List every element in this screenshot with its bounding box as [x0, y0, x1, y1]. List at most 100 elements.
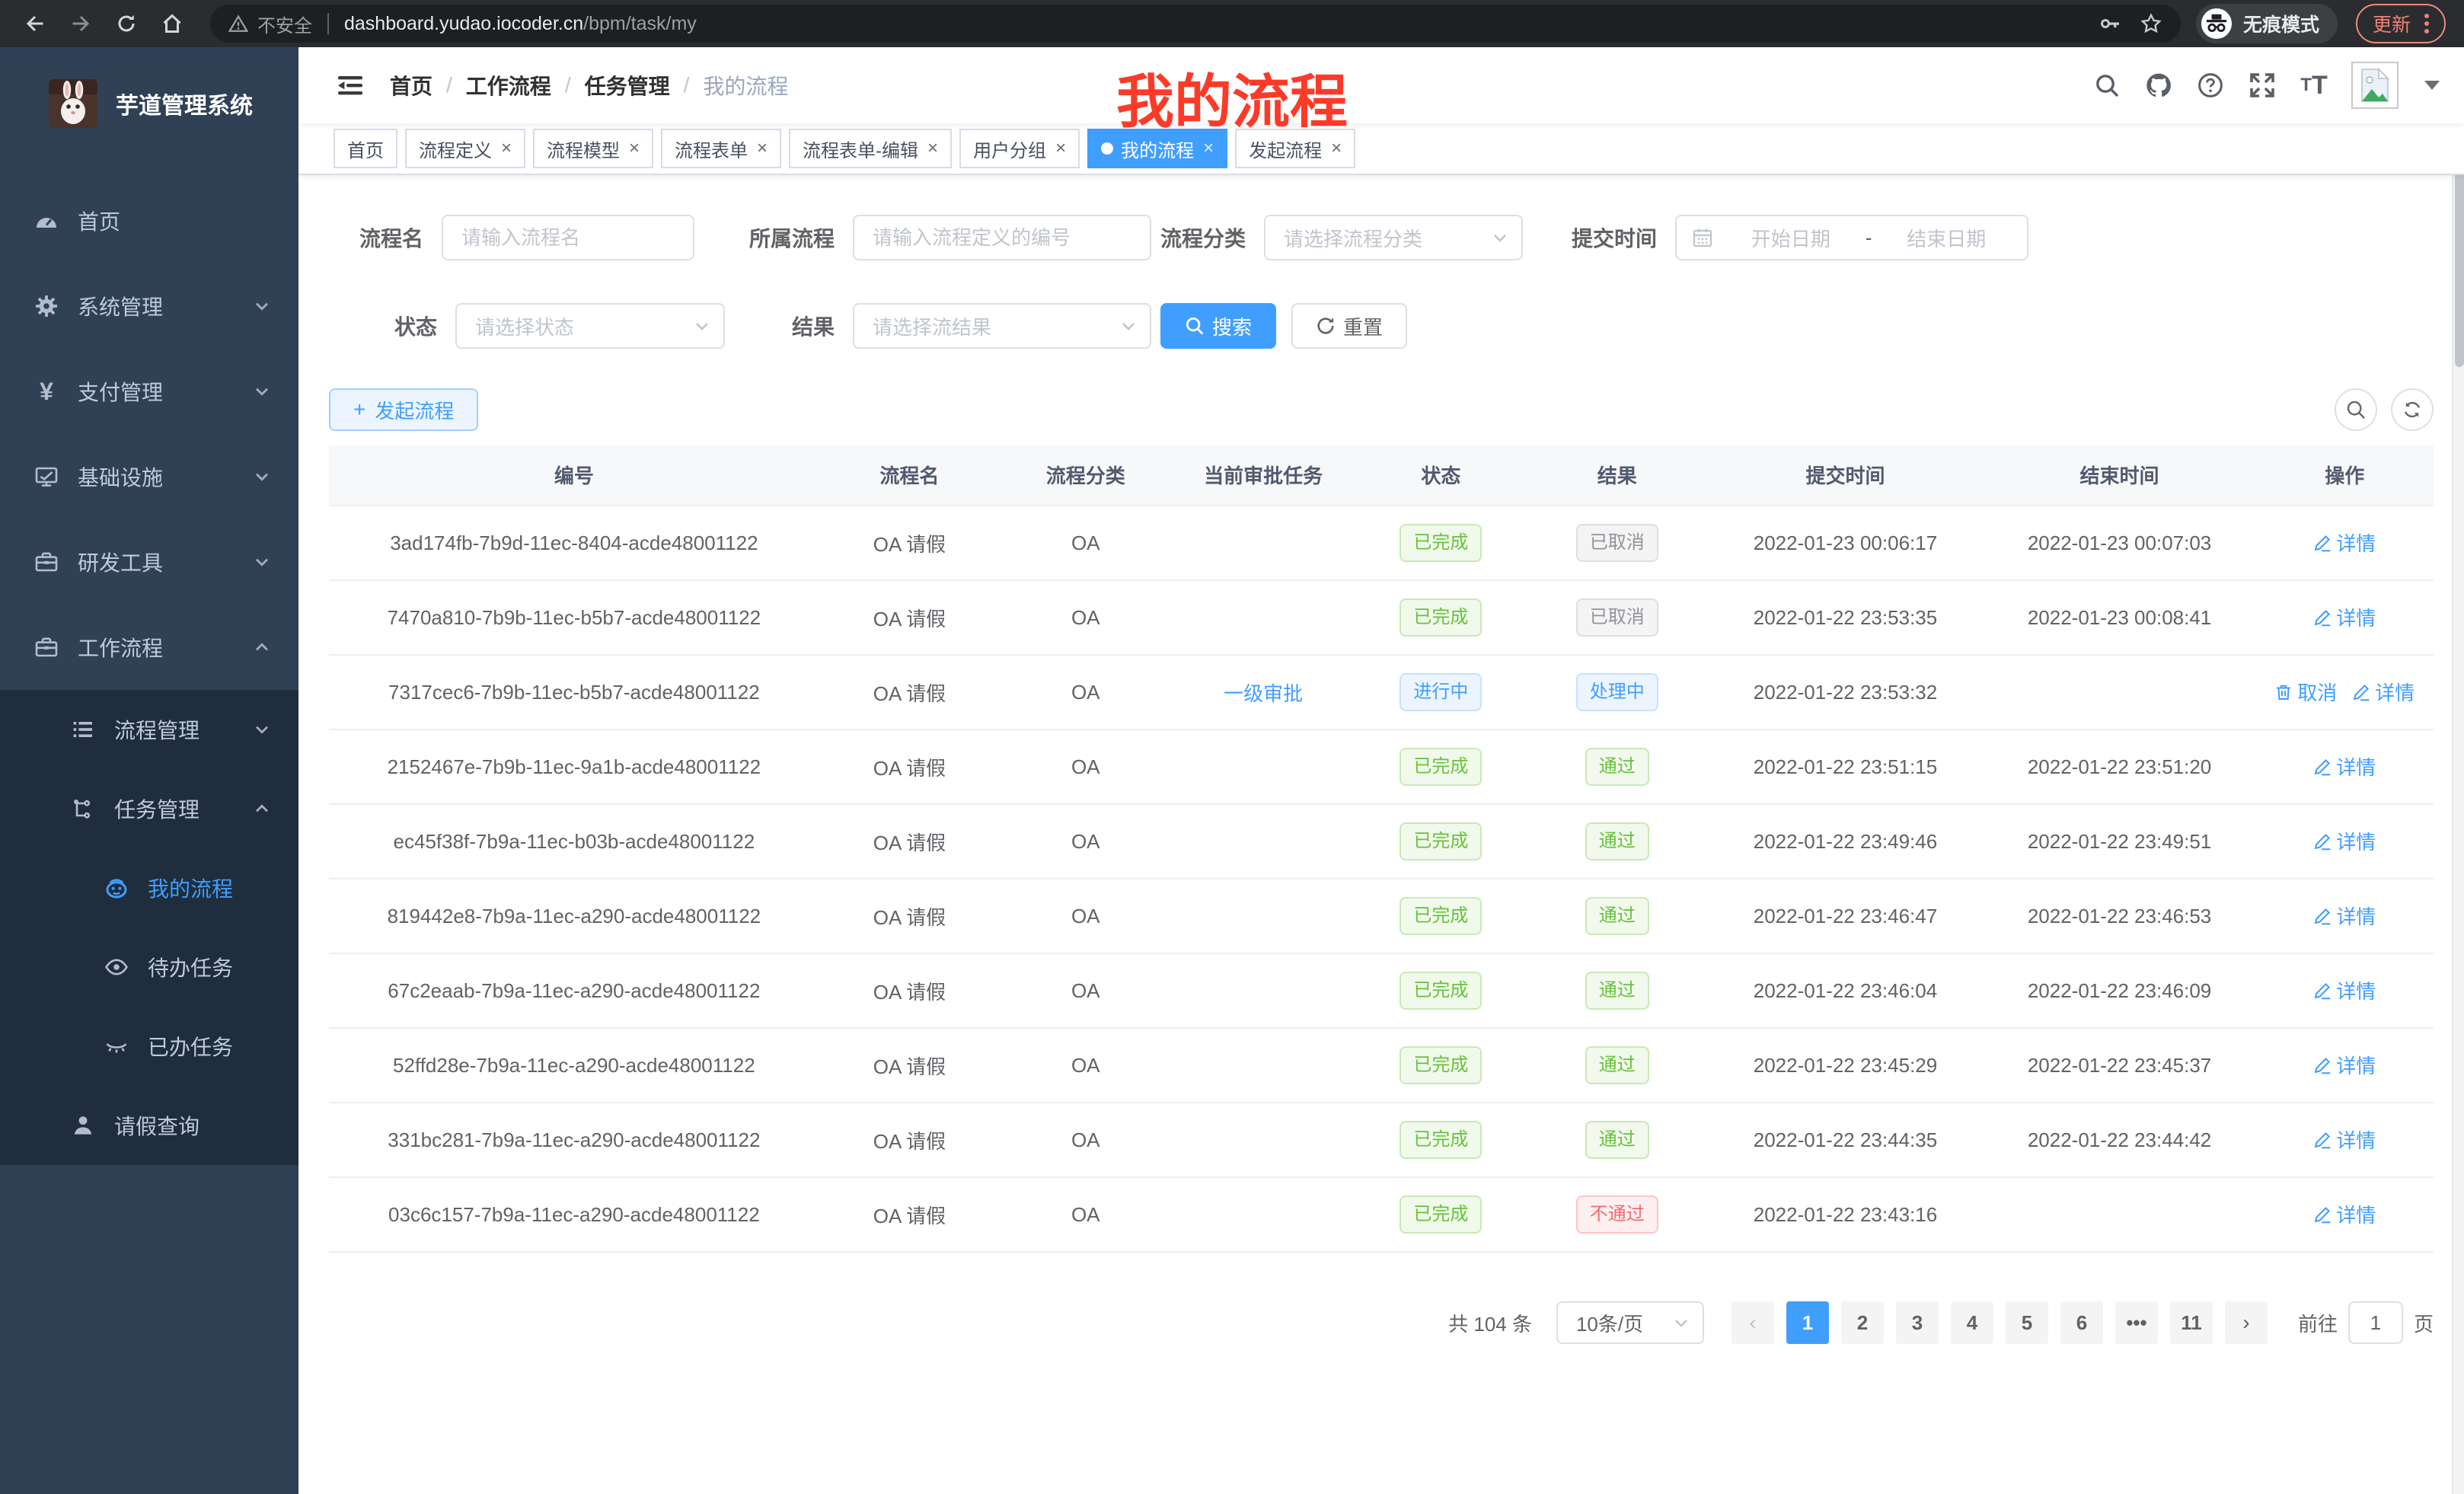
cell-id: 67c2eaab-7b9a-11ec-a290-acde48001122 — [329, 953, 819, 1028]
sidebar-item-infrastructure[interactable]: 基础设施 — [0, 434, 298, 519]
task-link[interactable]: 一级审批 — [1224, 678, 1303, 707]
close-icon[interactable]: × — [927, 139, 938, 158]
sidebar-item-label: 待办任务 — [148, 952, 233, 982]
start-process-button[interactable]: + 发起流程 — [329, 388, 478, 431]
home-icon[interactable] — [154, 5, 190, 42]
table-row: 331bc281-7b9a-11ec-a290-acde48001122OA 请… — [329, 1103, 2434, 1177]
tab-process-form[interactable]: 流程表单× — [661, 129, 781, 168]
tab-process-definition[interactable]: 流程定义× — [405, 129, 525, 168]
sidebar-item-payment-management[interactable]: ¥支付管理 — [0, 349, 298, 434]
detail-link[interactable]: 详情 — [2313, 902, 2376, 930]
detail-link[interactable]: 详情 — [2313, 603, 2376, 631]
result-badge: 通过 — [1585, 897, 1649, 935]
detail-link[interactable]: 详情 — [2313, 1200, 2376, 1228]
search-button-label: 搜索 — [1212, 312, 1252, 340]
sidebar-item-todo-tasks[interactable]: 待办任务 — [0, 927, 298, 1007]
tab-process-model[interactable]: 流程模型 × — [533, 129, 653, 168]
result-placeholder: 请选择流结果 — [873, 312, 991, 340]
category-select[interactable]: 请选择流程分类 — [1264, 215, 1523, 260]
detail-link[interactable]: 详情 — [2313, 752, 2376, 781]
refresh-table-button[interactable] — [2391, 388, 2434, 431]
user-icon — [70, 1113, 96, 1138]
tab-process-form-edit[interactable]: 流程表单-编辑× — [789, 129, 952, 168]
tab-user-group[interactable]: 用户分组× — [959, 129, 1080, 168]
forward-icon[interactable] — [62, 5, 99, 42]
sidebar-item-label: 首页 — [78, 206, 120, 236]
more-pages-button[interactable]: ••• — [2115, 1301, 2158, 1344]
close-icon[interactable]: × — [501, 139, 512, 158]
reload-icon[interactable] — [108, 5, 145, 42]
sidebar-item-workflow[interactable]: 工作流程 — [0, 605, 298, 690]
sidebar-item-leave-query[interactable]: 请假查询 — [0, 1086, 298, 1165]
detail-link[interactable]: 详情 — [2313, 1051, 2376, 1079]
result-badge: 通过 — [1585, 1121, 1649, 1159]
page-button-2[interactable]: 2 — [1841, 1301, 1884, 1344]
detail-link[interactable]: 详情 — [2313, 827, 2376, 855]
page-button-1[interactable]: 1 — [1786, 1301, 1829, 1344]
page-scrollbar[interactable] — [2452, 47, 2464, 1494]
result-select[interactable]: 请选择流结果 — [853, 303, 1151, 349]
github-icon[interactable] — [2144, 71, 2173, 100]
tab-home[interactable]: 首页 — [334, 129, 397, 168]
page-button-5[interactable]: 5 — [2006, 1301, 2048, 1344]
page-button-4[interactable]: 4 — [1951, 1301, 1993, 1344]
cancel-link[interactable]: 取消 — [2274, 678, 2337, 706]
hamburger-icon[interactable] — [335, 70, 365, 101]
cell-actions: 详情 — [2256, 804, 2434, 879]
cell-category: OA — [1000, 953, 1171, 1028]
sidebar-item-process-management[interactable]: 流程管理 — [0, 690, 298, 769]
detail-link[interactable]: 详情 — [2313, 976, 2376, 1004]
close-icon[interactable]: × — [1203, 139, 1214, 158]
sidebar-item-done-tasks[interactable]: 已办任务 — [0, 1007, 298, 1086]
prev-page-button[interactable]: ‹ — [1732, 1301, 1774, 1344]
search-button[interactable]: 搜索 — [1160, 303, 1276, 349]
search-icon[interactable] — [2092, 71, 2121, 100]
close-icon[interactable]: × — [1055, 139, 1066, 158]
update-button[interactable]: 更新 — [2356, 4, 2446, 43]
status-badge: 已完成 — [1400, 822, 1482, 860]
close-icon[interactable]: × — [1331, 139, 1342, 158]
breadcrumb-item[interactable]: 首页 — [390, 70, 432, 101]
detail-link[interactable]: 详情 — [2313, 528, 2376, 557]
page-size-select[interactable]: 10条/页 — [1556, 1301, 1704, 1344]
question-icon[interactable] — [2196, 71, 2225, 100]
toggle-search-button[interactable] — [2335, 388, 2377, 431]
tab-label: 流程模型 — [547, 136, 620, 162]
sidebar-item-dev-tools[interactable]: 研发工具 — [0, 519, 298, 605]
page-button-11[interactable]: 11 — [2170, 1301, 2213, 1344]
page-button-6[interactable]: 6 — [2060, 1301, 2103, 1344]
cell-actions: 详情 — [2256, 580, 2434, 655]
sidebar-item-task-management[interactable]: 任务管理 — [0, 769, 298, 848]
reset-button[interactable]: 重置 — [1291, 303, 1407, 349]
font-size-icon[interactable]: TT — [2300, 71, 2328, 100]
status-select[interactable]: 请选择状态 — [455, 303, 725, 349]
sidebar-item-home[interactable]: 首页 — [0, 178, 298, 263]
sidebar-item-system-management[interactable]: 系统管理 — [0, 263, 298, 349]
next-page-button[interactable]: › — [2225, 1301, 2268, 1344]
goto-page-input[interactable] — [2348, 1301, 2403, 1344]
breadcrumb-item[interactable]: 任务管理 — [585, 70, 670, 101]
detail-link[interactable]: 详情 — [2352, 678, 2415, 706]
end-date-placeholder: 结束日期 — [1881, 224, 2012, 252]
category-placeholder: 请选择流程分类 — [1284, 224, 1422, 252]
date-range-picker[interactable]: 开始日期 - 结束日期 — [1675, 215, 2028, 260]
browser-menu-icon[interactable] — [2424, 14, 2429, 34]
breadcrumb-item[interactable]: 工作流程 — [466, 70, 551, 101]
back-icon[interactable] — [17, 5, 53, 42]
gear-icon — [34, 293, 59, 319]
fullscreen-icon[interactable] — [2248, 71, 2277, 100]
result-badge: 通过 — [1585, 748, 1649, 786]
close-icon[interactable]: × — [757, 139, 768, 158]
star-icon[interactable] — [2140, 12, 2162, 35]
process-definition-input[interactable] — [853, 215, 1151, 260]
page-button-3[interactable]: 3 — [1896, 1301, 1939, 1344]
close-icon[interactable]: × — [629, 139, 640, 158]
address-bar[interactable]: 不安全 dashboard.yudao.iocoder.cn/bpm/task/… — [210, 5, 2181, 43]
detail-link[interactable]: 详情 — [2313, 1125, 2376, 1154]
sidebar-item-my-processes[interactable]: 我的流程 — [0, 848, 298, 927]
breadcrumb-separator: / — [565, 73, 571, 97]
avatar[interactable] — [2351, 62, 2399, 109]
caret-down-icon[interactable] — [2424, 81, 2440, 90]
key-icon[interactable] — [2099, 12, 2121, 35]
process-name-input[interactable] — [442, 215, 694, 260]
